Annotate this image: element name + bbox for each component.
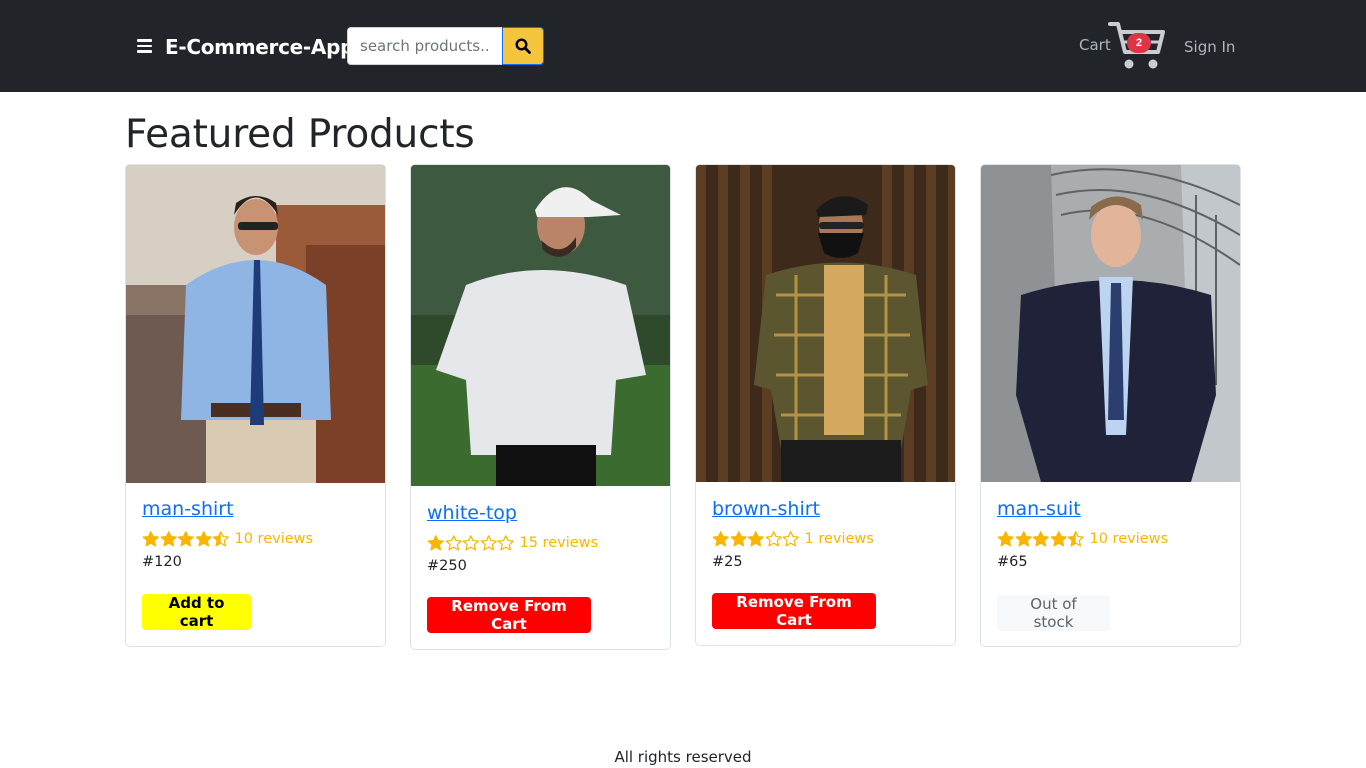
- product-price: #65: [997, 554, 1028, 570]
- product-price: #120: [142, 554, 182, 570]
- product-card: man-suit 10 reviews #65 Out of stock: [980, 164, 1241, 647]
- search-input[interactable]: [347, 27, 503, 65]
- rating-stars: [997, 530, 1085, 548]
- product-image[interactable]: [126, 165, 385, 483]
- star-full-icon: [730, 531, 747, 547]
- star-full-icon: [1050, 531, 1067, 547]
- star-full-icon: [997, 531, 1014, 547]
- star-half-icon: [1067, 531, 1084, 547]
- product-rating: 15 reviews: [427, 533, 654, 553]
- review-count: 10 reviews: [234, 531, 314, 547]
- remove-from-cart-button[interactable]: Remove From Cart: [712, 593, 876, 629]
- review-count: 10 reviews: [1089, 531, 1169, 547]
- star-empty-icon: [462, 535, 479, 551]
- product-rating: 1 reviews: [712, 529, 939, 549]
- product-image[interactable]: [981, 165, 1240, 482]
- product-image[interactable]: [411, 165, 670, 486]
- review-count: 1 reviews: [804, 531, 874, 547]
- search-button[interactable]: [502, 27, 544, 65]
- cart-count-badge: 2: [1127, 33, 1151, 53]
- star-empty-icon: [497, 535, 514, 551]
- star-empty-icon: [782, 531, 799, 547]
- star-full-icon: [1032, 531, 1049, 547]
- sign-in-link[interactable]: Sign In: [1184, 38, 1235, 56]
- cart-link[interactable]: Cart: [1079, 36, 1111, 54]
- rating-stars: [427, 534, 515, 552]
- remove-from-cart-button[interactable]: Remove From Cart: [427, 597, 591, 633]
- star-full-icon: [1015, 531, 1032, 547]
- product-name-link[interactable]: man-shirt: [142, 498, 369, 520]
- star-full-icon: [160, 531, 177, 547]
- product-card: man-shirt 10 reviews #120 Add to cart: [125, 164, 386, 647]
- navbar: E-Commerce-App Cart 2 Sign In: [0, 0, 1366, 92]
- product-image[interactable]: [696, 165, 955, 482]
- brand-logo[interactable]: E-Commerce-App: [165, 35, 354, 59]
- review-count: 15 reviews: [519, 535, 599, 551]
- product-price: #250: [427, 558, 467, 574]
- star-full-icon: [142, 531, 159, 547]
- product-name-link[interactable]: man-suit: [997, 498, 1224, 520]
- search-icon: [515, 38, 531, 54]
- menu-icon[interactable]: [137, 39, 152, 53]
- rating-stars: [712, 530, 800, 548]
- footer-text: All rights reserved: [614, 748, 752, 766]
- product-card: brown-shirt 1 reviews #25 Remove From Ca…: [695, 164, 956, 646]
- star-full-icon: [712, 531, 729, 547]
- rating-stars: [142, 530, 230, 548]
- star-full-icon: [427, 535, 444, 551]
- product-rating: 10 reviews: [142, 529, 369, 549]
- product-name-link[interactable]: brown-shirt: [712, 498, 939, 520]
- product-name-link[interactable]: white-top: [427, 502, 654, 524]
- star-empty-icon: [445, 535, 462, 551]
- product-rating: 10 reviews: [997, 529, 1224, 549]
- star-full-icon: [195, 531, 212, 547]
- star-half-icon: [212, 531, 229, 547]
- star-full-icon: [177, 531, 194, 547]
- product-card: white-top 15 reviews #250 Remove From Ca…: [410, 164, 671, 650]
- out-of-stock-button: Out of stock: [997, 595, 1110, 631]
- page-title: Featured Products: [125, 112, 475, 157]
- star-empty-icon: [480, 535, 497, 551]
- add-to-cart-button[interactable]: Add to cart: [142, 594, 251, 630]
- star-full-icon: [747, 531, 764, 547]
- product-price: #25: [712, 554, 743, 570]
- star-empty-icon: [765, 531, 782, 547]
